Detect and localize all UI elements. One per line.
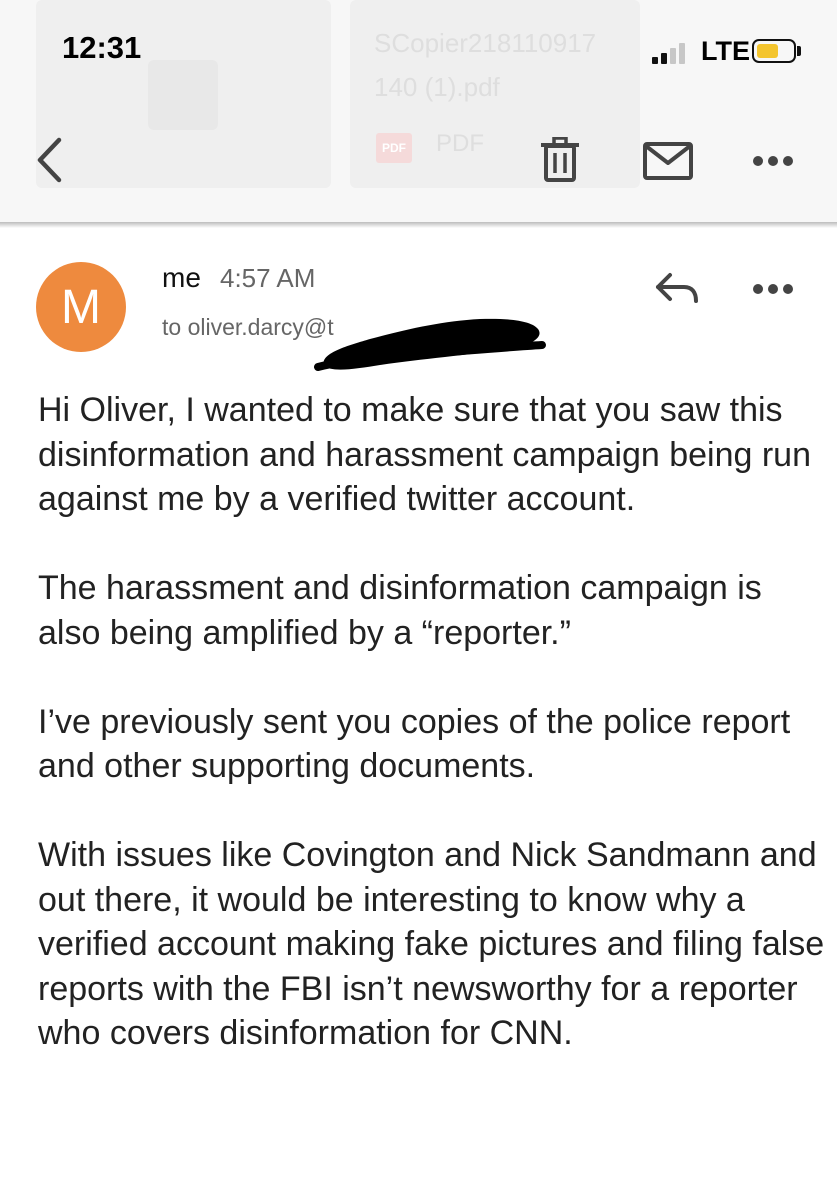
top-toolbar: SCopier218110917 140 (1).pdf PDF PDF 12:… bbox=[0, 0, 837, 222]
more-options-button[interactable] bbox=[748, 146, 798, 176]
message-more-button[interactable] bbox=[748, 274, 798, 304]
mark-unread-button[interactable] bbox=[640, 138, 696, 184]
back-button[interactable] bbox=[28, 134, 72, 186]
recipient-line[interactable]: to oliver.darcy@t bbox=[162, 314, 334, 341]
back-icon bbox=[37, 137, 62, 183]
email-timestamp: 4:57 AM bbox=[220, 263, 316, 293]
body-paragraph: I’ve previously sent you copies of the p… bbox=[38, 702, 791, 786]
sender-name: me bbox=[162, 262, 201, 293]
attachment-filename-cont: 140 (1).pdf bbox=[374, 72, 500, 102]
body-paragraph: Hi Oliver, I wanted to make sure that yo… bbox=[38, 391, 812, 518]
toolbar-shadow bbox=[0, 222, 837, 228]
email-body: Hi Oliver, I wanted to make sure that yo… bbox=[38, 388, 828, 1100]
sender-avatar[interactable]: M bbox=[36, 262, 126, 352]
image-icon bbox=[148, 60, 218, 130]
battery-icon bbox=[752, 39, 796, 63]
redaction-scribble bbox=[314, 318, 546, 371]
reply-button[interactable] bbox=[650, 268, 704, 308]
delete-button[interactable] bbox=[536, 136, 584, 184]
signal-strength-icon bbox=[652, 42, 692, 64]
attachment-type-label: PDF bbox=[436, 130, 484, 157]
trash-icon bbox=[541, 137, 579, 182]
reply-icon bbox=[656, 273, 698, 303]
attachment-filename: SCopier218110917 bbox=[374, 28, 597, 58]
more-icon bbox=[753, 284, 793, 294]
pdf-icon: PDF bbox=[376, 133, 412, 163]
mail-icon bbox=[643, 142, 693, 180]
status-time: 12:31 bbox=[62, 30, 142, 65]
more-icon bbox=[753, 156, 793, 166]
body-paragraph: The harassment and disinformation campai… bbox=[38, 569, 762, 652]
network-type: LTE bbox=[701, 36, 750, 66]
body-paragraph: With issues like Covington and Nick Sand… bbox=[38, 836, 825, 1052]
battery-tip bbox=[797, 46, 801, 56]
